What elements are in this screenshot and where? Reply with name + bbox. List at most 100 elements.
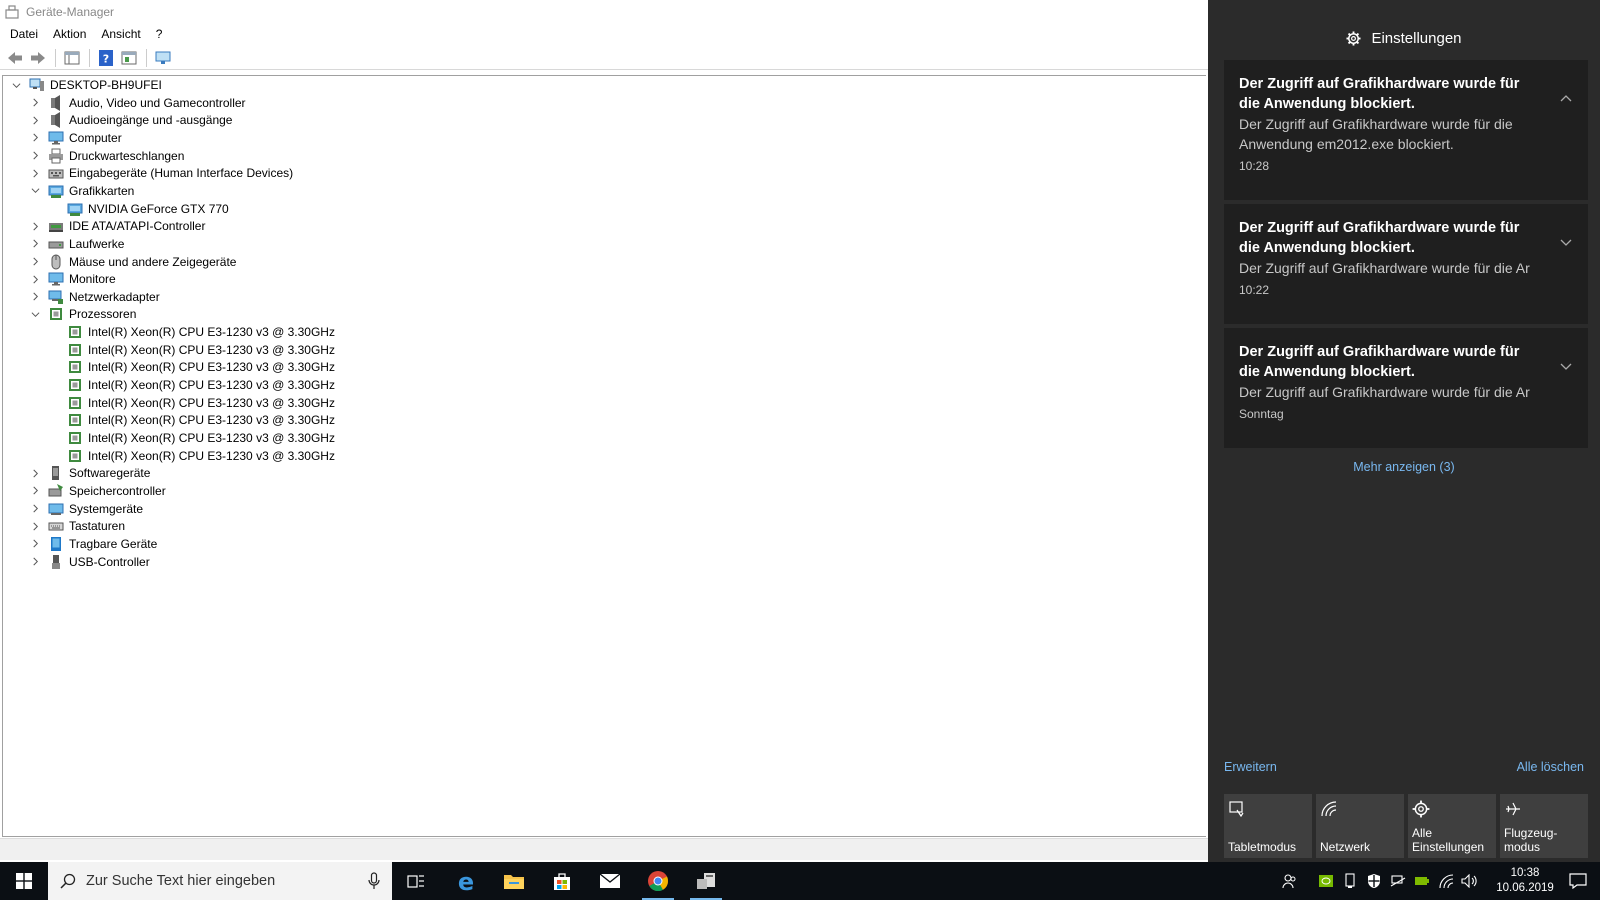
device-tree[interactable]: DESKTOP-BH9UFEI Audio, Video und Gamecont… — [2, 75, 1206, 837]
taskbar: Zur Suche Text hier eingeben e 10:38 10.… — [0, 862, 1600, 900]
tree-category[interactable]: Eingabegeräte (Human Interface Devices) — [28, 164, 293, 182]
taskbar-device-manager[interactable] — [682, 862, 730, 900]
expand-chevron-icon[interactable] — [28, 272, 42, 286]
collapse-chevron-icon[interactable] — [28, 184, 42, 198]
expand-chevron-icon[interactable] — [28, 290, 42, 304]
menu-datei[interactable]: Datei — [4, 27, 47, 41]
expand-chevron-icon[interactable] — [28, 149, 42, 163]
taskbar-store[interactable] — [538, 862, 586, 900]
tree-category[interactable]: Prozessoren — [28, 305, 136, 323]
collapse-chevron-icon[interactable] — [28, 307, 42, 321]
tray-usb[interactable] — [1338, 862, 1362, 900]
tree-device[interactable]: Intel(R) Xeon(R) CPU E3-1230 v3 @ 3.30GH… — [47, 341, 335, 359]
search-box[interactable]: Zur Suche Text hier eingeben — [48, 862, 392, 900]
taskbar-file-explorer[interactable] — [490, 862, 538, 900]
tree-category[interactable]: Druckwarteschlangen — [28, 147, 184, 165]
action-center-button[interactable] — [1556, 862, 1600, 900]
expand-chevron-icon[interactable] — [28, 237, 42, 251]
tree-device[interactable]: Intel(R) Xeon(R) CPU E3-1230 v3 @ 3.30GH… — [47, 358, 335, 376]
tree-category[interactable]: Systemgeräte — [28, 500, 143, 518]
expand-chevron-icon[interactable] — [28, 219, 42, 233]
expand-chevron-icon[interactable] — [28, 466, 42, 480]
tree-category[interactable]: Tastaturen — [28, 517, 125, 535]
tray-nvidia[interactable] — [1314, 862, 1338, 900]
action-center-header[interactable]: Einstellungen — [1208, 24, 1600, 52]
expand-chevron-icon[interactable] — [28, 255, 42, 269]
tree-category[interactable]: Softwaregeräte — [28, 464, 150, 482]
tree-category[interactable]: Audio, Video und Gamecontroller — [28, 94, 246, 112]
tray-defender[interactable] — [1362, 862, 1386, 900]
tree-category[interactable]: Netzwerkadapter — [28, 288, 160, 306]
tree-category[interactable]: Mäuse und andere Zeigegeräte — [28, 253, 236, 271]
notification-card[interactable]: Der Zugriff auf Grafikhardware wurde für… — [1224, 328, 1588, 448]
start-button[interactable] — [0, 862, 48, 900]
quick-action-network[interactable]: Netzwerk — [1316, 794, 1404, 858]
tree-category[interactable]: Audioeingänge und -ausgänge — [28, 111, 232, 129]
menu-aktion[interactable]: Aktion — [47, 27, 95, 41]
tree-device[interactable]: Intel(R) Xeon(R) CPU E3-1230 v3 @ 3.30GH… — [47, 429, 335, 447]
processor-icon — [67, 412, 83, 428]
expand-link[interactable]: Erweitern — [1224, 760, 1277, 774]
tree-device[interactable]: Intel(R) Xeon(R) CPU E3-1230 v3 @ 3.30GH… — [47, 376, 335, 394]
tree-category[interactable]: Computer — [28, 129, 122, 147]
expand-chevron-icon[interactable] — [28, 166, 42, 180]
folder-icon — [504, 875, 524, 889]
show-more-link[interactable]: Mehr anzeigen (3) — [1208, 460, 1600, 474]
expand-chevron-icon[interactable] — [28, 519, 42, 533]
back-button[interactable] — [4, 48, 26, 68]
tree-device[interactable]: Intel(R) Xeon(R) CPU E3-1230 v3 @ 3.30GH… — [47, 323, 335, 341]
tray-network-adapter[interactable] — [1386, 862, 1410, 900]
expand-chevron-icon[interactable] — [28, 113, 42, 127]
tree-category[interactable]: Speichercontroller — [28, 482, 166, 500]
chevron-up-icon[interactable] — [1558, 90, 1574, 106]
forward-button[interactable] — [27, 48, 49, 68]
notification-card[interactable]: Der Zugriff auf Grafikhardware wurde für… — [1224, 204, 1588, 324]
taskbar-clock[interactable]: 10:38 10.06.2019 — [1487, 866, 1563, 896]
expand-chevron-icon[interactable] — [28, 537, 42, 551]
collapse-chevron-icon[interactable] — [9, 78, 23, 92]
tree-root[interactable]: DESKTOP-BH9UFEI — [9, 76, 162, 94]
taskbar-edge[interactable]: e — [442, 862, 490, 900]
menu-help[interactable]: ? — [150, 27, 172, 41]
tray-battery[interactable] — [1410, 862, 1434, 900]
tree-category[interactable]: Monitore — [28, 270, 116, 288]
tree-device[interactable]: Intel(R) Xeon(R) CPU E3-1230 v3 @ 3.30GH… — [47, 411, 335, 429]
system-device-icon — [48, 501, 64, 517]
tree-category[interactable]: Laufwerke — [28, 235, 124, 253]
task-view-button[interactable] — [392, 862, 440, 900]
tree-category[interactable]: Tragbare Geräte — [28, 535, 157, 553]
tree-device[interactable]: Intel(R) Xeon(R) CPU E3-1230 v3 @ 3.30GH… — [47, 394, 335, 412]
expand-chevron-icon[interactable] — [28, 484, 42, 498]
notification-card[interactable]: Der Zugriff auf Grafikhardware wurde für… — [1224, 60, 1588, 200]
tray-wifi[interactable] — [1434, 862, 1458, 900]
title-bar[interactable]: Geräte-Manager — [0, 0, 1210, 24]
tree-device[interactable]: Intel(R) Xeon(R) CPU E3-1230 v3 @ 3.30GH… — [47, 447, 335, 465]
quick-action-all-settings[interactable]: Alle Einstellungen — [1408, 794, 1496, 858]
microphone-icon[interactable] — [368, 872, 380, 890]
taskbar-mail[interactable] — [586, 862, 634, 900]
quick-action-airplane-mode[interactable]: Flugzeug-modus — [1500, 794, 1588, 858]
taskbar-chrome[interactable] — [634, 862, 682, 900]
expand-chevron-icon[interactable] — [28, 555, 42, 569]
chevron-down-icon[interactable] — [1558, 358, 1574, 374]
scan-hardware-button[interactable] — [152, 48, 174, 68]
expand-chevron-icon[interactable] — [28, 96, 42, 110]
properties-button[interactable] — [118, 48, 140, 68]
expand-chevron-icon[interactable] — [28, 131, 42, 145]
tray-volume[interactable] — [1458, 862, 1482, 900]
help-button[interactable]: ? — [95, 48, 117, 68]
expand-chevron-icon[interactable] — [28, 502, 42, 516]
tree-category[interactable]: Grafikkarten — [28, 182, 134, 200]
tree-category[interactable]: IDE ATA/ATAPI-Controller — [28, 217, 205, 235]
tree-label: Tastaturen — [69, 519, 126, 534]
show-hide-console-tree-button[interactable] — [61, 48, 83, 68]
monitor-icon — [48, 130, 64, 146]
tray-people[interactable] — [1278, 862, 1302, 900]
quick-action-tablet-mode[interactable]: Tabletmodus — [1224, 794, 1312, 858]
tree-device[interactable]: NVIDIA GeForce GTX 770 — [47, 200, 229, 218]
chevron-down-icon[interactable] — [1558, 234, 1574, 250]
tree-category[interactable]: USB-Controller — [28, 553, 150, 571]
display-adapter-icon — [48, 183, 64, 199]
clear-all-link[interactable]: Alle löschen — [1517, 760, 1584, 774]
menu-ansicht[interactable]: Ansicht — [95, 27, 149, 41]
